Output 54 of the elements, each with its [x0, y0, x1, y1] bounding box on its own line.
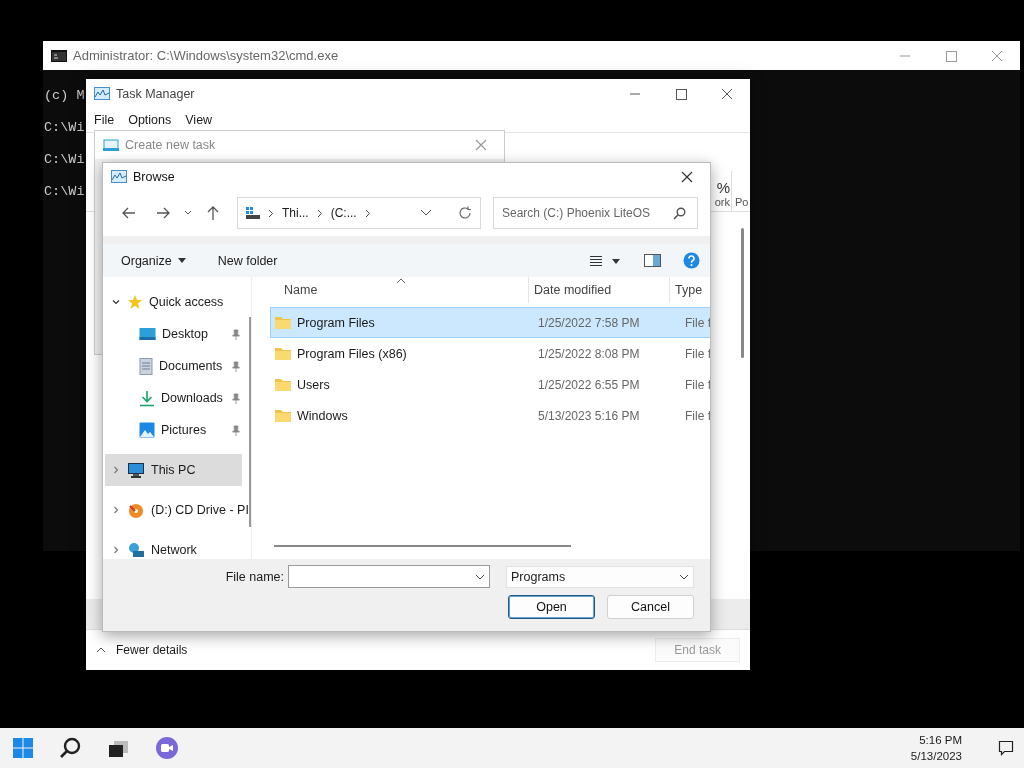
- window-title: Create new task: [125, 138, 216, 152]
- date-cell-text: 5/13/2023 5:16 PM: [537, 408, 641, 423]
- field-label: File name:: [225, 569, 284, 584]
- nav-label: Quick access: [149, 295, 224, 309]
- file-name: Windows: [297, 408, 348, 423]
- column-header[interactable]: Type: [669, 277, 710, 303]
- window-title: Administrator: C:\Windows\system32\cmd.exe: [73, 48, 339, 63]
- nav-item[interactable]: Pictures: [103, 414, 251, 446]
- nav-item[interactable]: Downloads: [103, 382, 251, 414]
- nav-item[interactable]: Documents: [103, 350, 251, 382]
- clock-date[interactable]: 5/13/2023: [910, 748, 962, 764]
- search-field[interactable]: Search (C:) Phoenix LiteOS: [493, 197, 698, 229]
- fewer-details-link[interactable]: Fewer details: [116, 643, 188, 657]
- file-type-dropdown[interactable]: Programs: [506, 565, 694, 588]
- column-header[interactable]: Date modified: [528, 277, 669, 303]
- breadcrumb[interactable]: Thi...: [282, 206, 309, 220]
- menu-item[interactable]: File: [94, 113, 115, 127]
- date-cell-text: 1/25/2022 6:55 PM: [537, 377, 641, 392]
- file-name: Program Files: [297, 315, 375, 330]
- menu-item[interactable]: View: [185, 113, 213, 127]
- nav-label: Pictures: [161, 423, 207, 437]
- date-cell-text: 1/25/2022 7:58 PM: [537, 315, 641, 330]
- file-name: Users: [297, 377, 330, 392]
- nav-label: Network: [151, 543, 197, 557]
- nav-item[interactable]: (D:) CD Drive - PI: [103, 494, 251, 526]
- column-header[interactable]: ork: [714, 196, 730, 208]
- nav-label: Documents: [159, 359, 223, 373]
- clock-time[interactable]: 5:16 PM: [919, 732, 962, 748]
- window-title: Browse: [133, 169, 175, 184]
- open-button[interactable]: Open: [508, 595, 595, 619]
- nav-item[interactable]: Quick access: [103, 286, 251, 318]
- nav-label: (D:) CD Drive - PI: [151, 503, 249, 517]
- column-header[interactable]: Name: [270, 277, 528, 303]
- organize-button[interactable]: Organize: [117, 249, 190, 272]
- console-line: C:\Wi: [44, 183, 85, 201]
- column-header[interactable]: Po: [735, 196, 749, 208]
- nav-label: This PC: [151, 463, 196, 477]
- window-title: Task Manager: [116, 86, 195, 101]
- file-name: Program Files (x86): [297, 346, 407, 361]
- date-cell-text: 1/25/2022 8:08 PM: [537, 346, 641, 361]
- address-bar[interactable]: Thi... (C:...: [237, 197, 481, 229]
- nav-item[interactable]: Network: [103, 534, 251, 559]
- nav-item[interactable]: This PC: [105, 454, 242, 486]
- breadcrumb[interactable]: (C:...: [330, 206, 357, 220]
- console-line: (c) M: [44, 87, 85, 105]
- console-line: C:\Wi: [44, 151, 85, 169]
- nav-label: Desktop: [162, 327, 208, 341]
- column-value: %: [716, 179, 730, 196]
- cancel-button[interactable]: Cancel: [607, 595, 694, 619]
- new-folder-button[interactable]: New folder: [213, 249, 282, 272]
- console-line: C:\Wi: [44, 119, 85, 137]
- nav-label: Downloads: [161, 391, 223, 405]
- menu-item[interactable]: Options: [128, 113, 172, 127]
- nav-item[interactable]: Desktop: [103, 318, 251, 350]
